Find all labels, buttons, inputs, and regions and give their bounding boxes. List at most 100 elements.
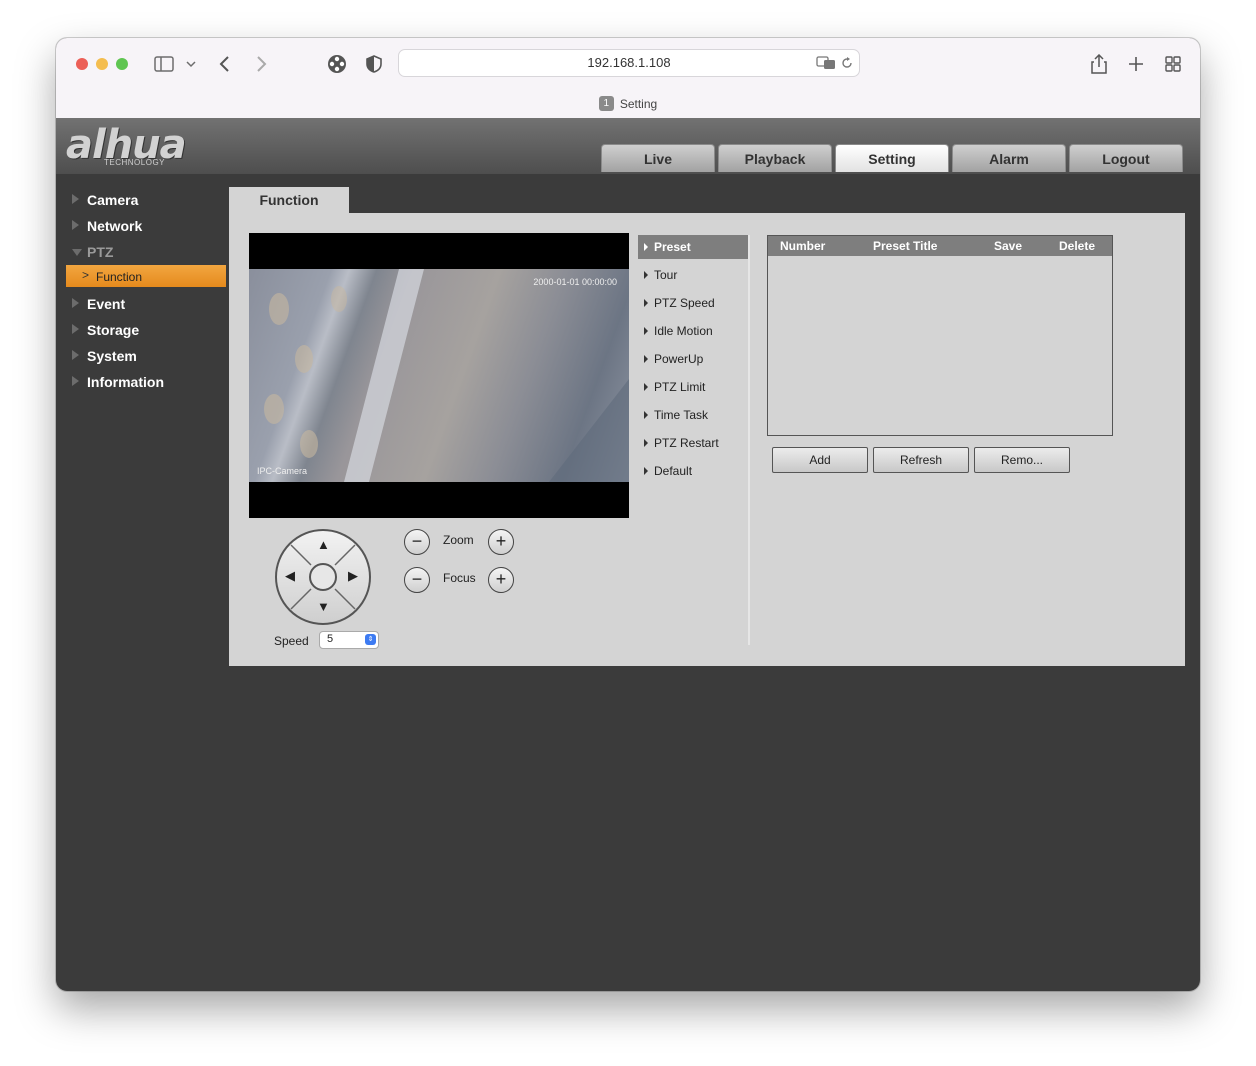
expand-arrow-icon bbox=[72, 298, 79, 308]
zoom-out-button[interactable]: − bbox=[404, 529, 430, 555]
tab-function[interactable]: Function bbox=[229, 187, 349, 213]
zoom-window-button[interactable] bbox=[116, 58, 128, 70]
sidebar-item-system[interactable]: System bbox=[66, 344, 228, 368]
menu-item-label: Idle Motion bbox=[654, 324, 713, 338]
sidebar-item-label: Camera bbox=[87, 192, 139, 208]
arrow-right-icon bbox=[644, 383, 648, 391]
sidebar-item-ptz[interactable]: PTZ bbox=[66, 240, 228, 264]
sidebar-toggle-icon[interactable] bbox=[152, 52, 176, 76]
ptz-center-button[interactable] bbox=[309, 563, 337, 591]
camera-feed-image bbox=[249, 269, 629, 482]
focus-near-button[interactable]: − bbox=[404, 567, 430, 593]
arrow-right-icon bbox=[644, 411, 648, 419]
expand-arrow-icon bbox=[72, 376, 79, 386]
ptz-left-arrow-icon[interactable]: ◀ bbox=[285, 568, 295, 584]
collapse-arrow-icon bbox=[72, 249, 82, 256]
nav-tab-alarm[interactable]: Alarm bbox=[952, 144, 1066, 172]
select-spinner-icon: ⇕ bbox=[365, 634, 376, 645]
reload-icon[interactable] bbox=[839, 53, 855, 73]
menu-item-powerup[interactable]: PowerUp bbox=[638, 347, 748, 371]
nav-tab-live[interactable]: Live bbox=[601, 144, 715, 172]
sidebar-item-label: System bbox=[87, 348, 137, 364]
column-header-number: Number bbox=[780, 239, 826, 253]
add-button[interactable]: Add bbox=[772, 447, 868, 473]
menu-item-default[interactable]: Default bbox=[638, 459, 748, 483]
sidebar-subitem-label: Function bbox=[96, 270, 143, 284]
browser-window: 192.168.1.108 1 Setting alhua TECHNOLOGY… bbox=[56, 38, 1200, 991]
remove-all-button[interactable]: Remo... bbox=[974, 447, 1070, 473]
menu-item-ptz-limit[interactable]: PTZ Limit bbox=[638, 375, 748, 399]
speed-label: Speed bbox=[274, 634, 309, 648]
speed-value: 5 bbox=[327, 633, 334, 645]
tab-title: Setting bbox=[619, 96, 658, 111]
sidebar-item-camera[interactable]: Camera bbox=[66, 188, 228, 212]
nav-tab-setting[interactable]: Setting bbox=[835, 144, 949, 172]
new-tab-icon[interactable] bbox=[1125, 52, 1147, 76]
menu-item-label: PowerUp bbox=[654, 352, 704, 366]
expand-arrow-icon bbox=[72, 194, 79, 204]
sidebar-subitem-function[interactable]: > Function bbox=[66, 265, 226, 287]
chevron-down-icon[interactable] bbox=[184, 52, 198, 76]
focus-label: Focus bbox=[443, 571, 476, 585]
privacy-shield-icon[interactable] bbox=[364, 52, 384, 76]
sidebar-item-label: Storage bbox=[87, 322, 140, 338]
sidebar-item-label: Network bbox=[87, 218, 143, 234]
nav-tab-logout[interactable]: Logout bbox=[1069, 144, 1183, 172]
ptz-direction-pad[interactable]: ▲ ▼ ◀ ▶ bbox=[275, 529, 371, 625]
address-bar[interactable]: 192.168.1.108 bbox=[398, 49, 860, 77]
expand-arrow-icon bbox=[72, 220, 79, 230]
menu-item-label: PTZ Limit bbox=[654, 380, 706, 394]
refresh-button[interactable]: Refresh bbox=[873, 447, 969, 473]
menu-item-idle-motion[interactable]: Idle Motion bbox=[638, 319, 748, 343]
close-window-button[interactable] bbox=[76, 58, 88, 70]
column-header-save: Save bbox=[994, 239, 1023, 253]
menu-item-label: Default bbox=[654, 464, 693, 478]
menu-item-preset[interactable]: Preset bbox=[638, 235, 748, 259]
video-camera-name: IPC-Camera bbox=[257, 466, 308, 476]
zoom-label: Zoom bbox=[443, 533, 474, 547]
menu-item-label: Preset bbox=[654, 240, 691, 254]
tab-overview-icon[interactable] bbox=[1162, 52, 1184, 76]
back-icon[interactable] bbox=[216, 52, 234, 76]
sidebar-item-label: Event bbox=[87, 296, 126, 312]
translate-icon[interactable] bbox=[815, 53, 837, 73]
menu-item-ptz-restart[interactable]: PTZ Restart bbox=[638, 431, 748, 455]
arrow-right-icon bbox=[644, 243, 648, 251]
arrow-right-icon bbox=[644, 271, 648, 279]
focus-far-button[interactable]: + bbox=[488, 567, 514, 593]
sidebar-item-event[interactable]: Event bbox=[66, 292, 228, 316]
speed-select[interactable]: 5 ⇕ bbox=[319, 631, 379, 649]
nav-tab-playback[interactable]: Playback bbox=[718, 144, 832, 172]
arrow-right-icon bbox=[644, 299, 648, 307]
menu-item-label: Time Task bbox=[654, 408, 709, 422]
chevron-right-icon: > bbox=[82, 268, 90, 282]
menu-item-ptz-speed[interactable]: PTZ Speed bbox=[638, 291, 748, 315]
ptz-down-arrow-icon[interactable]: ▼ bbox=[317, 599, 330, 614]
sidebar-item-label: PTZ bbox=[87, 244, 114, 260]
minimize-window-button[interactable] bbox=[96, 58, 108, 70]
menu-item-time-task[interactable]: Time Task bbox=[638, 403, 748, 427]
video-preview[interactable]: 2000-01-01 00:00:00 IPC-Camera bbox=[249, 233, 629, 518]
ptz-right-arrow-icon[interactable]: ▶ bbox=[348, 568, 358, 584]
column-header-delete: Delete bbox=[1059, 239, 1096, 253]
sidebar-item-network[interactable]: Network bbox=[66, 214, 228, 238]
share-icon[interactable] bbox=[1088, 52, 1110, 76]
ptz-up-arrow-icon[interactable]: ▲ bbox=[317, 537, 330, 552]
expand-arrow-icon bbox=[72, 350, 79, 360]
sidebar-item-storage[interactable]: Storage bbox=[66, 318, 228, 342]
extension-icon[interactable] bbox=[326, 52, 348, 76]
preset-table-header: Number Preset Title Save Delete bbox=[768, 236, 1112, 256]
video-timestamp: 2000-01-01 00:00:00 bbox=[533, 277, 617, 287]
url-text: 192.168.1.108 bbox=[587, 55, 671, 70]
browser-tab[interactable]: 1 Setting bbox=[56, 96, 1200, 111]
sidebar-item-label: Information bbox=[87, 374, 164, 390]
arrow-right-icon bbox=[644, 327, 648, 335]
zoom-in-button[interactable]: + bbox=[488, 529, 514, 555]
expand-arrow-icon bbox=[72, 324, 79, 334]
menu-item-tour[interactable]: Tour bbox=[638, 263, 748, 287]
function-panel: 2000-01-01 00:00:00 IPC-Camera ▲ ▼ ◀ ▶ S… bbox=[229, 213, 1185, 666]
sidebar-item-information[interactable]: Information bbox=[66, 370, 228, 394]
menu-item-label: Tour bbox=[654, 268, 678, 282]
forward-icon[interactable] bbox=[252, 52, 270, 76]
preset-table: Number Preset Title Save Delete bbox=[767, 235, 1113, 436]
